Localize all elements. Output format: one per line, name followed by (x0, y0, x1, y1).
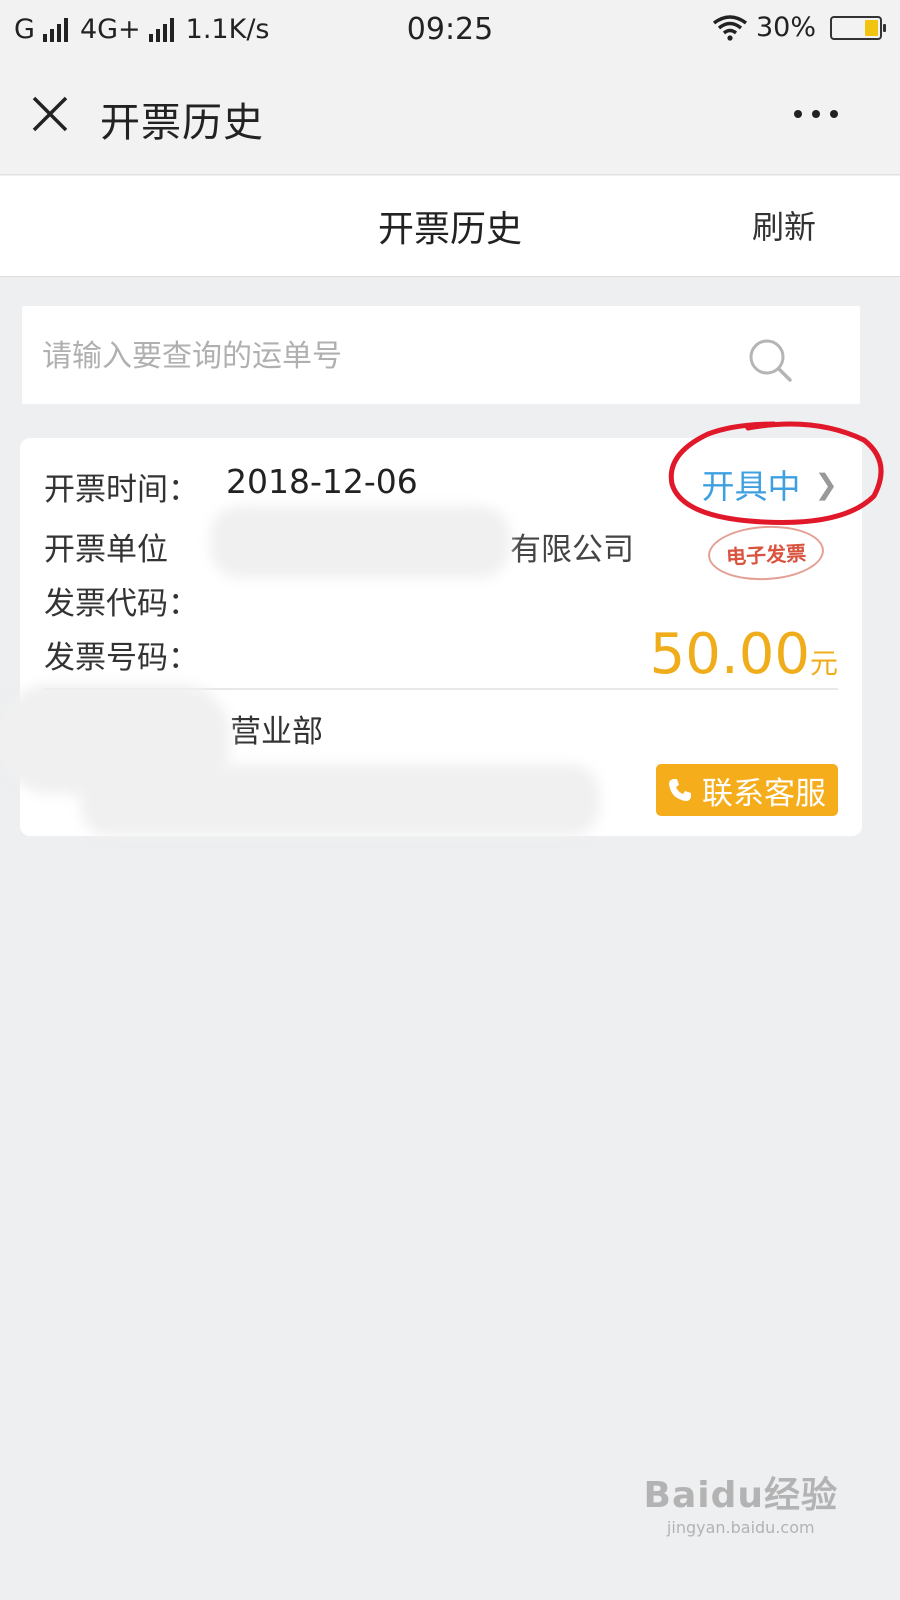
invoice-amount: 50.00元 (650, 622, 838, 687)
status-right: 30% (712, 12, 886, 43)
battery-icon (830, 15, 886, 40)
redaction-company (210, 506, 510, 578)
more-icon[interactable] (794, 110, 838, 118)
invoice-card[interactable]: 开票时间： 2018-12-06 开具中 ❯ 开票单位 有限公司 电子发票 发票… (0, 438, 862, 836)
invoice-date: 2018-12-06 (226, 462, 418, 501)
battery-fill (865, 19, 878, 36)
e-invoice-stamp: 电子发票 (706, 523, 826, 583)
invoice-time-label: 开票时间： (44, 472, 199, 508)
status-bar: G 4G+ 1.1K/s 09:25 30% (0, 0, 900, 62)
department-name: 营业部 (230, 714, 323, 750)
app-header: 开票历史 (0, 62, 900, 175)
amount-value: 50.00 (649, 622, 810, 687)
invoice-status[interactable]: 开具中 ❯ (702, 460, 838, 508)
search-icon[interactable] (746, 336, 794, 384)
refresh-button[interactable]: 刷新 (752, 202, 816, 248)
invoice-status-label: 开具中 (701, 467, 801, 506)
contact-service-button[interactable]: 联系客服 (656, 764, 838, 816)
watermark-logo: Baidu经验 (643, 1475, 838, 1516)
close-icon[interactable] (28, 92, 72, 136)
invoice-unit-label: 开票单位 (44, 532, 168, 568)
wifi-icon (712, 14, 748, 41)
chevron-right-icon: ❯ (814, 467, 838, 501)
app-title: 开票历史 (100, 100, 264, 146)
contact-service-label: 联系客服 (702, 775, 826, 812)
search-bar (22, 306, 860, 406)
amount-unit: 元 (809, 647, 838, 680)
watermark: Baidu经验 jingyan.baidu.com (644, 1466, 838, 1537)
invoice-code-label: 发票代码： (44, 586, 199, 622)
search-input[interactable] (40, 306, 744, 406)
invoice-number-label: 发票号码： (44, 640, 199, 676)
page-header: 开票历史 刷新 (0, 176, 900, 277)
invoice-unit-value: 有限公司 (510, 532, 634, 568)
watermark-url: jingyan.baidu.com (666, 1518, 815, 1537)
phone-icon (669, 779, 691, 801)
redaction-phone (80, 764, 600, 836)
battery-label: 30% (755, 12, 816, 43)
